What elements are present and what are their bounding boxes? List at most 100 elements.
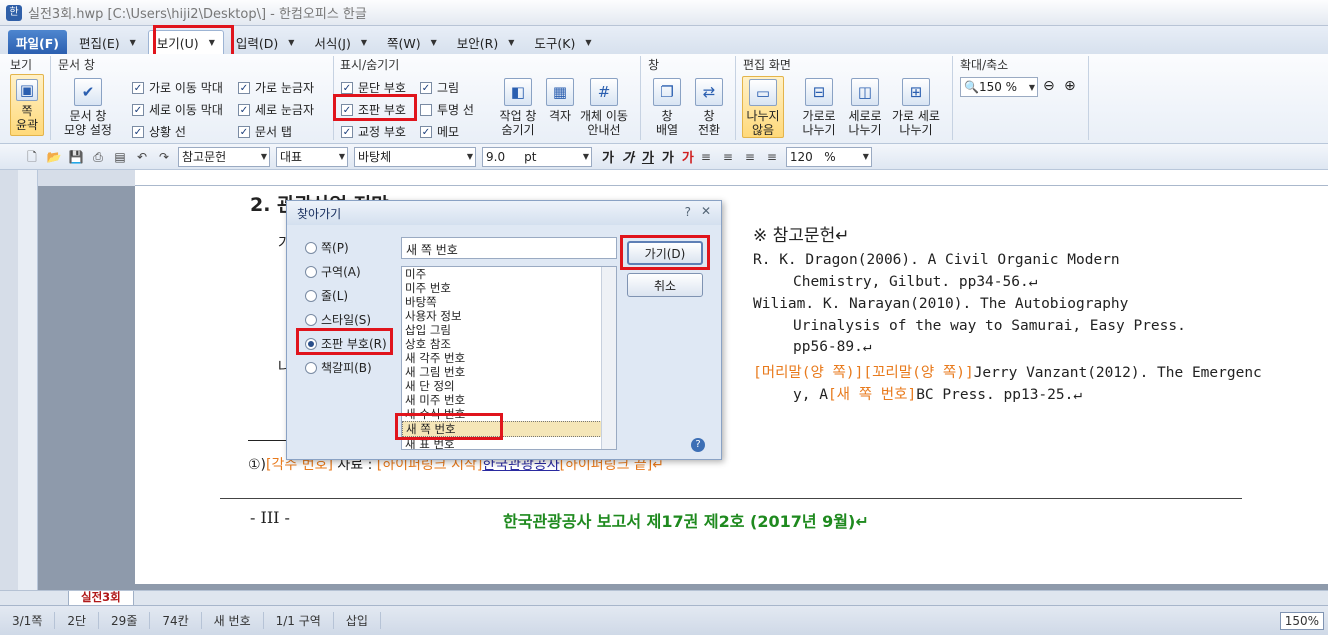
lang-combo[interactable]: 대표 ▼: [276, 146, 348, 167]
help-icon[interactable]: ?: [691, 438, 705, 452]
list-item[interactable]: 바탕쪽: [402, 295, 616, 309]
style-combo[interactable]: 참고문헌 ▼: [178, 146, 270, 167]
menu-format[interactable]: 서식(J) ▼: [306, 30, 375, 54]
menu-insert-label: 입력(D): [235, 35, 279, 51]
align-left-icon[interactable]: ≡: [720, 149, 736, 165]
doc-window-style-button[interactable]: ✔ 문서 창 모양 설정: [58, 78, 118, 137]
grid-button[interactable]: ▦ 격자: [544, 78, 576, 123]
switch-label: 창 전환: [697, 109, 721, 137]
v-split-button[interactable]: ◫ 세로로 나누기: [842, 78, 888, 137]
radio-section[interactable]: 구역(A): [305, 263, 361, 280]
check-paragraph-mark[interactable]: ✓ 문단 부호: [341, 79, 406, 96]
italic-button[interactable]: 가: [622, 147, 634, 166]
checkmark-icon: ✔: [74, 78, 102, 106]
menu-tools[interactable]: 도구(K) ▼: [526, 30, 599, 54]
check-status-line[interactable]: ✓ 상황 선: [132, 123, 186, 140]
underline-button[interactable]: 가: [642, 147, 654, 166]
check-control-code[interactable]: ✓ 조판 부호: [341, 101, 406, 118]
line-spacing-combo[interactable]: 120 % ▼: [785, 146, 872, 167]
align-right-icon[interactable]: ≡: [764, 149, 780, 165]
menu-tools-label: 도구(K): [534, 35, 576, 51]
open-folder-icon[interactable]: 📂: [46, 149, 62, 165]
hv-split-label: 가로 세로 나누기: [892, 109, 940, 137]
list-item[interactable]: 새 수식 번호: [402, 407, 616, 421]
check-v-ruler[interactable]: ✓ 세로 눈금자: [238, 101, 314, 118]
save-icon[interactable]: 💾: [68, 149, 84, 165]
chevron-down-icon: ▼: [338, 152, 345, 161]
strike-button[interactable]: 가: [662, 147, 674, 166]
list-item[interactable]: 새 각주 번호: [402, 351, 616, 365]
object-guide-button[interactable]: # 개체 이동 안내선: [576, 78, 632, 137]
list-item[interactable]: 미주: [402, 267, 616, 281]
align-center-icon[interactable]: ≡: [742, 149, 758, 165]
radio-control-code[interactable]: 조판 부호(R): [305, 335, 387, 352]
task-pane-button[interactable]: ◧ 작업 창 숨기기: [495, 78, 541, 137]
help-icon[interactable]: ?: [685, 205, 691, 219]
window-switch-button[interactable]: ⇄ 창 전환: [690, 78, 728, 137]
chevron-down-icon: ▼: [466, 152, 473, 161]
references-title: ※ 참고문헌↵: [753, 226, 850, 246]
list-item[interactable]: 새 표 번호: [402, 437, 616, 449]
go-button[interactable]: 가기(D): [627, 241, 703, 265]
window-arrange-button[interactable]: ❐ 창 배열: [648, 78, 686, 137]
check-h-ruler[interactable]: ✓ 가로 눈금자: [238, 79, 314, 96]
list-item[interactable]: 새 쪽 번호: [402, 421, 616, 437]
undo-icon[interactable]: ↶: [134, 149, 150, 165]
h-split-button[interactable]: ⊟ 가로로 나누기: [796, 78, 842, 137]
list-item[interactable]: 새 미주 번호: [402, 393, 616, 407]
hv-split-button[interactable]: ⊞ 가로 세로 나누기: [888, 78, 944, 137]
font-size-combo[interactable]: 9.0 pt ▼: [482, 146, 592, 167]
cancel-button[interactable]: 취소: [627, 273, 703, 297]
menu-file[interactable]: 파일(F): [8, 30, 67, 54]
document-tab-bar: 실전3회: [0, 590, 1328, 606]
check-picture[interactable]: ✓ 그림: [420, 79, 459, 96]
radio-line[interactable]: 줄(L): [305, 287, 348, 304]
list-item[interactable]: 삽입 그림: [402, 323, 616, 337]
doc-tab[interactable]: 실전3회: [68, 591, 134, 606]
list-item[interactable]: 상호 참조: [402, 337, 616, 351]
check-memo[interactable]: ✓ 메모: [420, 123, 459, 140]
no-split-button[interactable]: ▭ 나누지 않음: [742, 76, 784, 138]
title-bar: 한 실전3회.hwp [C:\Users\hiji2\Desktop\] - 한…: [0, 0, 1328, 26]
chevron-down-icon: ▼: [129, 37, 136, 47]
redo-icon[interactable]: ↷: [156, 149, 172, 165]
radio-bookmark[interactable]: 책갈피(B): [305, 359, 372, 376]
list-item[interactable]: 미주 번호: [402, 281, 616, 295]
print-icon[interactable]: ⎙: [90, 149, 106, 165]
zoom-in-icon[interactable]: ⊕: [1064, 78, 1076, 94]
check-doc-tab[interactable]: ✓ 문서 탭: [238, 123, 292, 140]
check-v-scrollbar[interactable]: ✓ 세로 이동 막대: [132, 101, 223, 118]
menu-security[interactable]: 보안(R) ▼: [449, 30, 523, 54]
list-item[interactable]: 새 그림 번호: [402, 365, 616, 379]
list-item[interactable]: 사용자 정보: [402, 309, 616, 323]
list-scrollbar[interactable]: [601, 267, 616, 449]
checkbox-icon: ✓: [132, 125, 144, 138]
check-transparent-line[interactable]: 투명 선: [420, 101, 474, 118]
align-justify-icon[interactable]: ≡: [698, 149, 714, 165]
page-outline-button[interactable]: ▣ 쪽 윤곽: [10, 74, 44, 136]
menu-view[interactable]: 보기(U) ▼: [147, 30, 224, 54]
control-code-list[interactable]: 미주 미주 번호 바탕쪽 사용자 정보 삽입 그림 상호 참조 새 각주 번호 새 그림 번호…: [401, 266, 617, 450]
preview-icon[interactable]: ▤: [112, 149, 128, 165]
status-insert[interactable]: 삽입: [334, 612, 381, 629]
goto-input[interactable]: 새 쪽 번호: [401, 237, 617, 259]
check-h-scrollbar[interactable]: ✓ 가로 이동 막대: [132, 79, 223, 96]
zoom-out-icon[interactable]: ⊖: [1043, 78, 1055, 94]
menu-edit[interactable]: 편집(E) ▼: [71, 30, 144, 54]
font-combo[interactable]: 바탕체 ▼: [354, 146, 476, 167]
close-icon[interactable]: ✕: [701, 204, 711, 218]
zoom-combo[interactable]: 🔍 150 % ▼: [960, 77, 1038, 97]
radio-style[interactable]: 스타일(S): [305, 311, 371, 328]
radio-page[interactable]: 쪽(P): [305, 239, 349, 256]
new-doc-icon[interactable]: 🗋: [24, 149, 40, 165]
menu-page[interactable]: 쪽(W) ▼: [379, 30, 445, 54]
font-color-button[interactable]: 가: [682, 147, 694, 166]
status-zoom[interactable]: 150%: [1279, 611, 1324, 630]
bold-button[interactable]: 가: [602, 147, 614, 166]
page-outline-label: 쪽 윤곽: [15, 104, 39, 132]
check-proof-mark[interactable]: ✓ 교정 부호: [341, 123, 406, 140]
checkbox-icon: ✓: [132, 81, 144, 94]
list-item[interactable]: 새 단 정의: [402, 379, 616, 393]
menu-insert[interactable]: 입력(D) ▼: [228, 30, 303, 54]
status-bar: 3/1쪽 2단 29줄 74칸 새 번호 1/1 구역 삽입 150%: [0, 605, 1328, 635]
